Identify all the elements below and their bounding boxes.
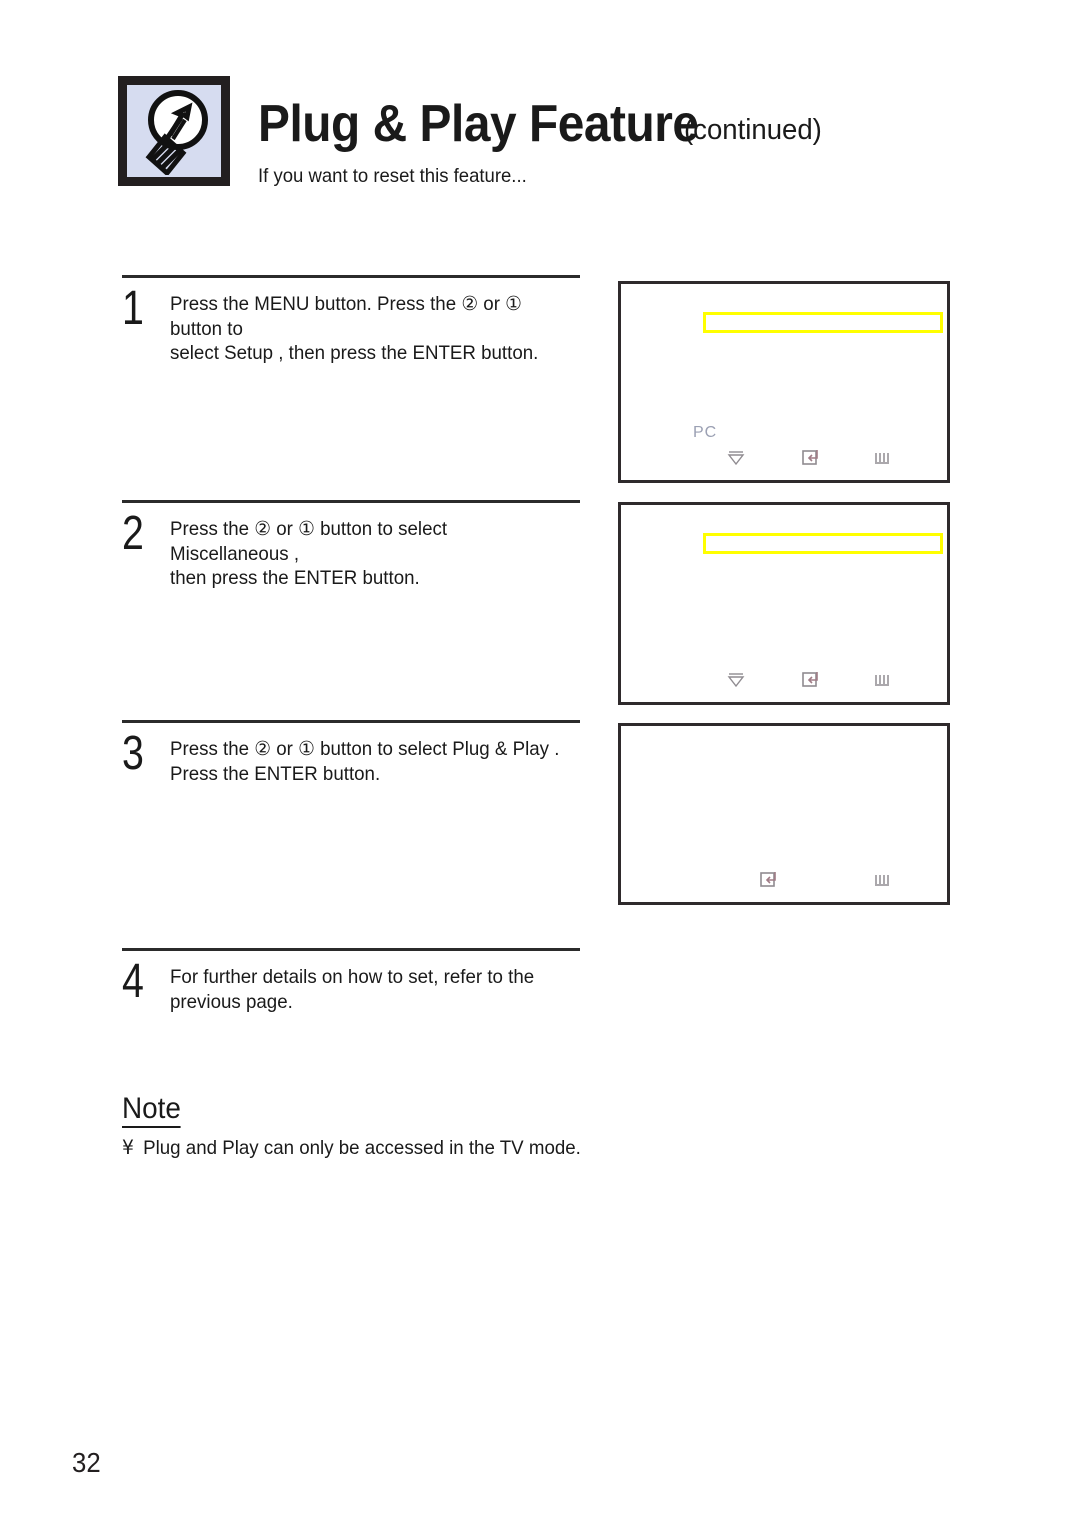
pc-source-label: PC xyxy=(693,424,718,441)
step-instruction: For further details on how to set, refer… xyxy=(170,966,535,1013)
enter-icon xyxy=(801,447,821,472)
step-instruction: Press the ② or ① button to select Plug &… xyxy=(170,738,560,785)
step-number: 1 xyxy=(122,282,144,335)
tv-screen-setup-menu: PC xyxy=(618,281,950,483)
step-number: 3 xyxy=(122,727,144,780)
page-header: Plug & Play Feature (continued) If you w… xyxy=(118,76,958,206)
note-bullet-icon: ¥ xyxy=(122,1136,134,1159)
move-down-icon xyxy=(726,669,746,694)
move-down-icon xyxy=(726,447,746,472)
enter-icon xyxy=(801,669,821,694)
step-instruction: Press the MENU button. Press the ② or ① … xyxy=(170,293,539,364)
osd-icon-row xyxy=(621,872,947,894)
osd-icon-row xyxy=(621,450,947,472)
menu-highlight-bar xyxy=(703,533,943,554)
enter-icon xyxy=(759,869,779,894)
tv-screen-plug-and-play xyxy=(618,723,950,905)
osd-icon-row xyxy=(621,672,947,694)
menu-highlight-bar xyxy=(703,312,943,333)
lightbulb-icon xyxy=(145,90,208,175)
page-number: 32 xyxy=(72,1447,101,1478)
note-text: ¥ Plug and Play can only be accessed in t… xyxy=(122,1136,581,1160)
step-number: 4 xyxy=(122,955,144,1008)
exit-icon xyxy=(873,869,893,894)
step-divider xyxy=(122,720,580,723)
step-divider xyxy=(122,500,580,503)
step-instruction: Press the ② or ① button to select Miscel… xyxy=(170,518,448,589)
step-divider xyxy=(122,948,580,951)
page-subtitle: If you want to reset this feature... xyxy=(258,165,527,187)
lightbulb-icon-frame xyxy=(118,76,230,186)
page-title: Plug & Play Feature xyxy=(258,95,699,153)
note-heading: Note xyxy=(122,1094,181,1128)
step-number: 2 xyxy=(122,507,144,560)
lightbulb-icon-background xyxy=(127,85,221,177)
tv-screen-miscellaneous-menu xyxy=(618,502,950,705)
exit-icon xyxy=(873,447,893,472)
exit-icon xyxy=(873,669,893,694)
continued-label: (continued) xyxy=(684,114,822,146)
note-body-text: Plug and Play can only be accessed in th… xyxy=(143,1137,581,1159)
step-divider xyxy=(122,275,580,278)
